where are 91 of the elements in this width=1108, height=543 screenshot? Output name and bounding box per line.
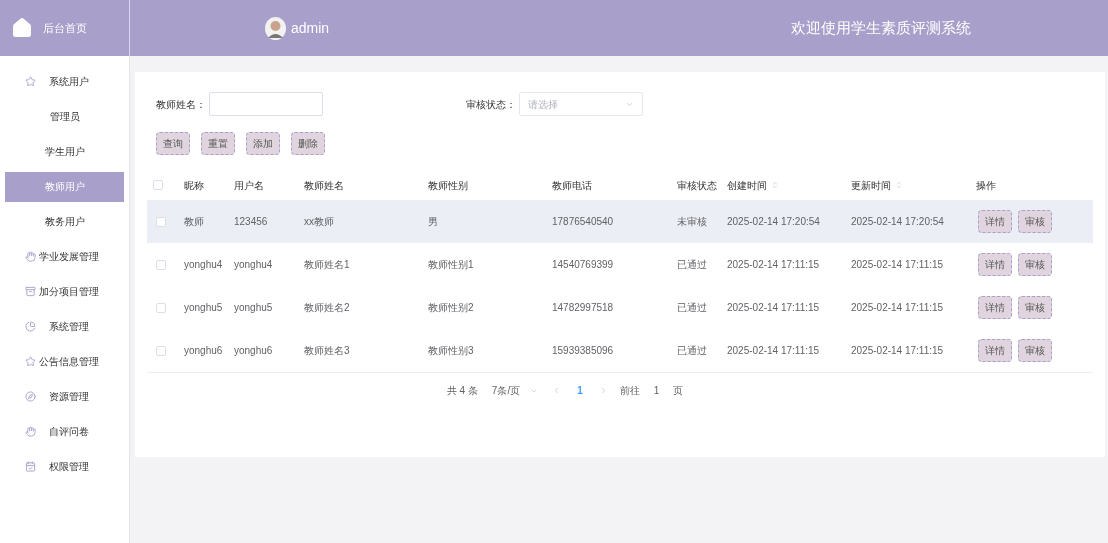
home-icon[interactable]: [11, 17, 33, 39]
row-action-button[interactable]: 详情: [978, 253, 1012, 276]
pie-chart-icon: [25, 321, 36, 332]
column-header: 教师姓名: [304, 178, 344, 193]
column-header: 教师性别: [428, 178, 468, 193]
toolbar-button[interactable]: 添加: [246, 132, 280, 155]
table-cell-text: xx教师: [304, 215, 335, 229]
system-title: 欢迎使用学生素质评测系统: [791, 17, 971, 38]
table-cell-text: 已通过: [677, 344, 708, 358]
column-header: 更新时间: [851, 178, 891, 193]
username: admin: [291, 18, 330, 38]
column-header: 操作: [976, 178, 996, 193]
table-cell-text: yonghu4: [234, 258, 274, 272]
row-action-button[interactable]: 审核: [1018, 253, 1052, 276]
page-suffix: 页: [673, 384, 684, 398]
sort-icon[interactable]: [771, 181, 779, 189]
table-cell-text: 17876540540: [552, 215, 615, 229]
row-action-button[interactable]: 详情: [978, 210, 1012, 233]
star-icon: [25, 356, 36, 367]
goto-field[interactable]: 1: [651, 383, 662, 398]
row-action-button[interactable]: 审核: [1018, 339, 1052, 362]
star-icon: [25, 76, 36, 87]
table-cell-text: 教师性别2: [428, 301, 475, 315]
row-action-button[interactable]: 详情: [978, 339, 1012, 362]
goto-label: 前往: [619, 384, 640, 398]
table-cell-text: 教师性别1: [428, 258, 475, 272]
toolbar-button[interactable]: 查询: [156, 132, 190, 155]
column-header: 教师电话: [552, 178, 592, 193]
row-action-button[interactable]: 审核: [1018, 296, 1052, 319]
compass-icon: [25, 391, 36, 402]
hand-icon: [25, 251, 36, 262]
hand-icon: [25, 426, 36, 437]
teacher-name-field[interactable]: [209, 92, 323, 116]
row-checkbox[interactable]: [153, 180, 163, 190]
sort-icon[interactable]: [895, 181, 903, 189]
table-cell-text: 2025-02-14 17:11:15: [851, 344, 945, 358]
table-cell-text: 教师性别3: [428, 344, 475, 358]
sidebar-item[interactable]: 系统用户: [0, 64, 129, 99]
table-cell-text: 2025-02-14 17:11:15: [727, 258, 821, 272]
sidebar-item[interactable]: 公告信息管理: [0, 344, 129, 379]
table-cell-text: 2025-02-14 17:11:15: [851, 258, 945, 272]
row-checkbox[interactable]: [156, 345, 166, 356]
sidebar-subitem[interactable]: 教务用户: [5, 206, 124, 237]
sidebar-subitem[interactable]: 学生用户: [5, 136, 124, 167]
sidebar-item[interactable]: 学业发展管理: [0, 239, 129, 274]
sidebar-item[interactable]: 权限管理: [0, 449, 129, 484]
table-cell-text: yonghu5: [234, 301, 274, 315]
table-cell-text: 教师姓名3: [304, 344, 351, 358]
table-cell-text: 教师: [184, 215, 205, 229]
sidebar-subitem[interactable]: 管理员: [5, 101, 124, 132]
row-action-button[interactable]: 审核: [1018, 210, 1052, 233]
table-cell-text: yonghu6: [184, 344, 224, 358]
table-cell-text: 已通过: [677, 258, 708, 272]
column-header: 昵称: [184, 178, 204, 193]
table-cell-text: yonghu4: [184, 258, 224, 272]
sidebar-item[interactable]: 系统管理: [0, 309, 129, 344]
table-cell-text: 15939385096: [552, 344, 615, 358]
table-cell-text: 教师姓名2: [304, 301, 351, 315]
sidebar-item[interactable]: 自评问卷: [0, 414, 129, 449]
table-cell-text: 已通过: [677, 301, 708, 315]
row-action-button[interactable]: 详情: [978, 296, 1012, 319]
filter-label: 审核状态：: [466, 97, 517, 112]
sidebar-item[interactable]: 加分项目管理: [0, 274, 129, 309]
table-cell-text: 2025-02-14 17:20:54: [851, 215, 945, 229]
table-cell-text: 教师姓名1: [304, 258, 351, 272]
filter-label: 教师姓名：: [156, 97, 207, 112]
table-cell-text: 未审核: [677, 215, 708, 229]
column-header: 创建时间: [727, 178, 767, 193]
row-checkbox[interactable]: [156, 302, 166, 313]
table-cell-text: yonghu5: [184, 301, 224, 315]
calendar-check-icon: [25, 461, 36, 472]
table-cell-text: 2025-02-14 17:20:54: [727, 215, 821, 229]
avatar-icon: [265, 16, 286, 40]
table-cell-text: 14782997518: [552, 301, 615, 315]
row-checkbox[interactable]: [156, 216, 166, 227]
table-cell-text: 14540769399: [552, 258, 615, 272]
total-count: 共 4 条: [446, 384, 478, 398]
toolbar-button[interactable]: 重置: [201, 132, 235, 155]
archive-icon: [25, 286, 36, 297]
table-cell-text: 2025-02-14 17:11:15: [727, 301, 821, 315]
page-size-select[interactable]: 7条/页: [489, 383, 541, 398]
column-header: 用户名: [234, 178, 264, 193]
table-cell-text: 2025-02-14 17:11:15: [851, 301, 945, 315]
toolbar-button[interactable]: 删除: [291, 132, 325, 155]
table-cell-text: 2025-02-14 17:11:15: [727, 344, 821, 358]
row-checkbox[interactable]: [156, 259, 166, 270]
sidebar-item[interactable]: 资源管理: [0, 379, 129, 414]
table-cell-text: yonghu6: [234, 344, 274, 358]
table-cell-text: 123456: [234, 215, 269, 229]
column-header: 审核状态: [677, 178, 717, 193]
table-cell-text: 男: [428, 215, 439, 229]
